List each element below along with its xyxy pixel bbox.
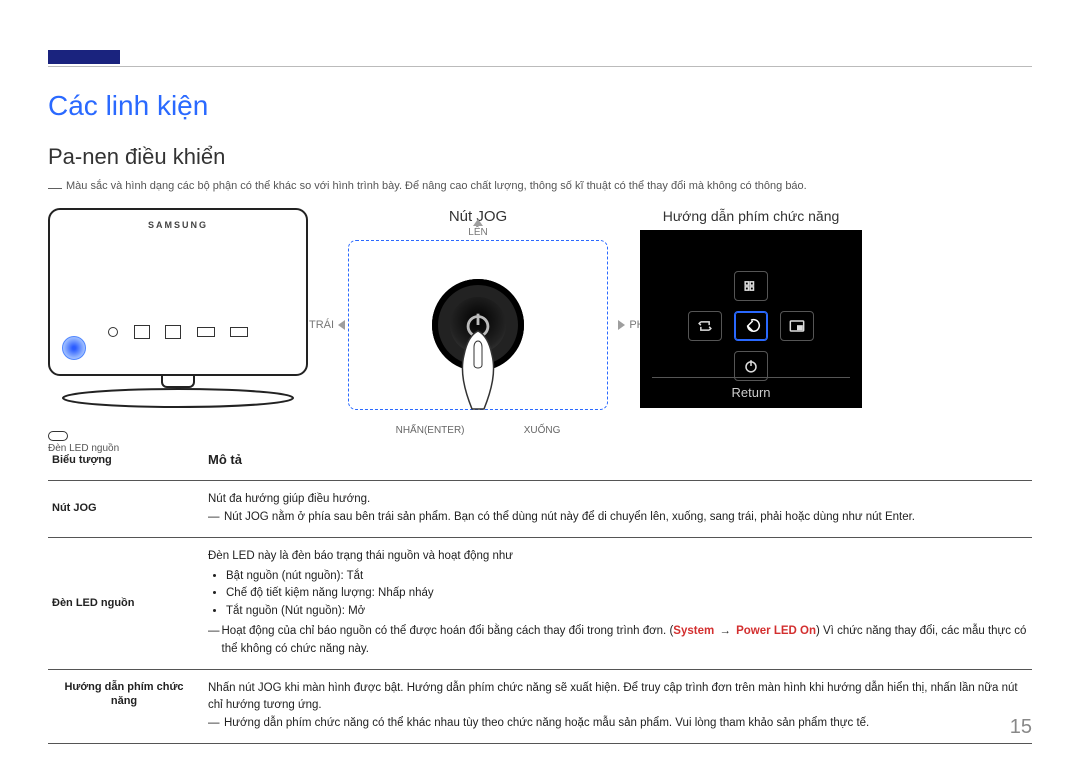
top-divider <box>48 66 1032 67</box>
jog-up-label: LÊN <box>328 227 628 238</box>
system-label: System <box>673 625 714 637</box>
jog-dial-icon <box>432 279 524 371</box>
osd-back-button[interactable] <box>734 311 768 341</box>
top-note: ― Màu sắc và hình dạng các bộ phận có th… <box>48 180 1032 194</box>
table-row: Nút JOG Nút đa hướng giúp điều hướng. ― … <box>48 480 1032 537</box>
monitor-stand-icon <box>48 388 308 416</box>
jog-location-icon <box>62 336 86 360</box>
osd-title: Hướng dẫn phím chức năng <box>640 208 862 224</box>
function-key-guide: Hướng dẫn phím chức năng <box>640 208 862 408</box>
power-led-on-label: Power LED On <box>736 625 816 637</box>
row-note: ― Hướng dẫn phím chức năng có thể khác n… <box>208 715 1028 733</box>
list-item: Bật nguồn (nút nguồn): Tắt <box>226 568 1028 586</box>
description-table: Biểu tượng Mô tả Nút JOG Nút đa hướng gi… <box>48 440 1032 744</box>
power-icon <box>461 308 495 342</box>
table-header: Biểu tượng Mô tả <box>48 440 1032 480</box>
power-icon <box>741 356 761 376</box>
jog-illustration: Nút JOG LÊN TRÁI PHẢI NHẤ <box>328 208 628 410</box>
row-note: ― Hoạt động của chỉ báo nguồn có thể đượ… <box>208 623 1028 659</box>
page-number: 15 <box>1010 716 1032 739</box>
osd-return-label: Return <box>640 385 862 400</box>
monitor-logo: SAMSUNG <box>148 220 208 230</box>
source-loop-icon <box>695 316 715 336</box>
osd-divider <box>652 377 850 378</box>
table-header-col2: Mô tả <box>204 448 1032 472</box>
up-arrow-icon <box>473 219 483 226</box>
list-item: Tắt nguồn (Nút nguồn): Mở <box>226 603 1028 621</box>
back-icon <box>741 316 761 336</box>
row-note: ― Nút JOG nằm ở phía sau bên trái sản ph… <box>208 509 1028 527</box>
row-label: Hướng dẫn phím chức năng <box>48 678 204 735</box>
row-line1: Đèn LED này là đèn báo trạng thái nguồn … <box>208 548 1028 566</box>
table-header-col1: Biểu tượng <box>48 448 204 472</box>
table-row: Hướng dẫn phím chức năng Nhấn nút JOG kh… <box>48 669 1032 744</box>
jog-enter-label: NHẤN(ENTER) <box>396 425 465 436</box>
table-row: Đèn LED nguồn Đèn LED này là đèn báo trạ… <box>48 537 1032 669</box>
header-accent-bar <box>48 50 120 64</box>
row-label: Nút JOG <box>48 489 204 529</box>
osd-source-button[interactable] <box>688 311 722 341</box>
left-arrow-label: TRÁI <box>309 319 345 331</box>
top-note-text: Màu sắc và hình dạng các bộ phận có thể … <box>66 180 1032 194</box>
row-label: Đèn LED nguồn <box>48 546 204 661</box>
osd-menu-button[interactable] <box>734 271 768 301</box>
menu-grid-icon <box>741 276 761 296</box>
monitor-ports <box>108 320 248 344</box>
pip-icon <box>787 316 807 336</box>
row-line1: Nút đa hướng giúp điều hướng. <box>208 491 1028 509</box>
row-bullets: Bật nguồn (nút nguồn): Tắt Chế độ tiết k… <box>226 568 1028 621</box>
section-title: Pa-nen điều khiển <box>48 144 225 170</box>
jog-down-label: XUỐNG <box>524 425 561 436</box>
osd-pip-button[interactable] <box>780 311 814 341</box>
arrow-right-icon: → <box>717 623 733 641</box>
monitor-illustration: SAMSUNG Đèn LED nguồn <box>48 208 328 454</box>
row-line1: Nhấn nút JOG khi màn hình được bật. Hướn… <box>208 680 1028 716</box>
list-item: Chế độ tiết kiệm năng lượng: Nhấp nháy <box>226 585 1028 603</box>
chapter-title: Các linh kiện <box>48 90 208 122</box>
